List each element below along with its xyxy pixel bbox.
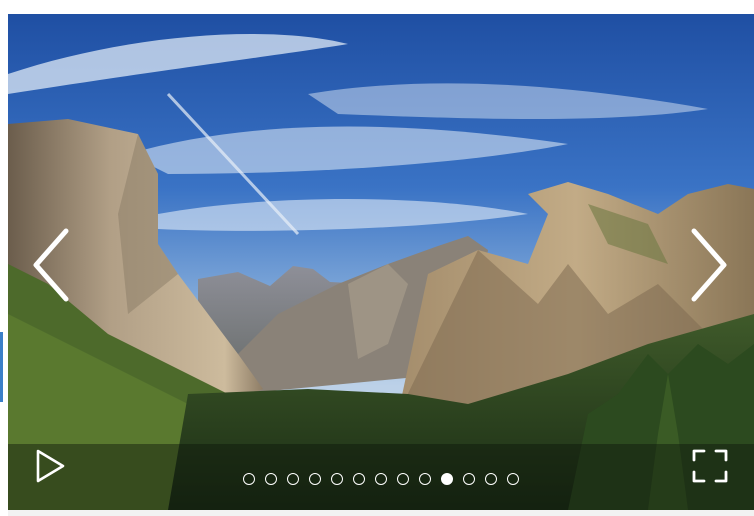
- previous-slide-button[interactable]: [22, 220, 82, 310]
- pagination-dot[interactable]: [397, 473, 409, 485]
- pagination-dot[interactable]: [419, 473, 431, 485]
- slide-pagination: [8, 473, 754, 489]
- pagination-dot[interactable]: [309, 473, 321, 485]
- chevron-right-icon: [691, 228, 727, 302]
- next-slide-button[interactable]: [678, 220, 738, 310]
- pagination-dot-active[interactable]: [441, 473, 453, 485]
- chevron-left-icon: [33, 228, 69, 302]
- side-tab-indicator: [0, 332, 3, 402]
- slide-image-yosemite-valley: [8, 14, 754, 510]
- pagination-dot[interactable]: [331, 473, 343, 485]
- pagination-dot[interactable]: [375, 473, 387, 485]
- pagination-dot[interactable]: [507, 473, 519, 485]
- pagination-dot[interactable]: [353, 473, 365, 485]
- pagination-dot[interactable]: [265, 473, 277, 485]
- image-slideshow[interactable]: [8, 14, 754, 510]
- pagination-dot[interactable]: [243, 473, 255, 485]
- bottom-bar: [8, 510, 754, 516]
- pagination-dot[interactable]: [287, 473, 299, 485]
- pagination-dot[interactable]: [463, 473, 475, 485]
- pagination-dot[interactable]: [485, 473, 497, 485]
